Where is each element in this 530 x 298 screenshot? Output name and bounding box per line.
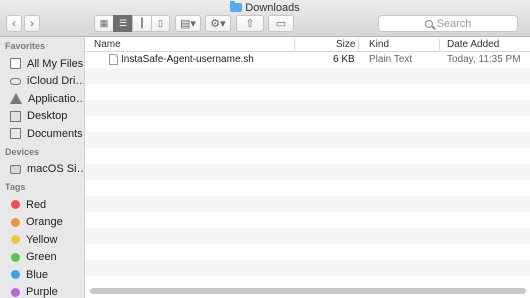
empty-row (86, 180, 530, 196)
empty-row (86, 84, 530, 100)
desktop-icon (10, 110, 21, 122)
tag-icon: ▭ (275, 18, 287, 30)
empty-row (86, 132, 530, 148)
cover-flow-icon: ▯ (158, 18, 163, 28)
columns-icon: ┃ (139, 18, 145, 28)
cover-flow-button[interactable]: ▯ (151, 15, 170, 32)
sidebar-tag-green[interactable]: Green (0, 249, 84, 267)
search-icon (424, 19, 433, 28)
column-header-bar: Name Size Kind Date Added (86, 37, 530, 52)
sidebar-tag-blue[interactable]: Blue (0, 266, 84, 284)
folder-icon (230, 1, 243, 12)
share-icon: ⇧ (245, 18, 255, 30)
documents-icon (10, 128, 21, 140)
sidebar-tag-red[interactable]: Red (0, 196, 84, 214)
sidebar: Favorites All My Files iCloud Dri… Appli… (0, 37, 85, 298)
list-view-button[interactable]: ☰ (113, 15, 132, 32)
sidebar-tag-orange[interactable]: Orange (0, 214, 84, 232)
edit-tags-button[interactable]: ▭ (268, 15, 294, 32)
column-header-date-added[interactable]: Date Added (447, 39, 499, 50)
file-size: 6 KB (333, 54, 355, 65)
tag-color-dot-icon (11, 217, 20, 227)
back-button[interactable]: ‹ (6, 15, 22, 32)
sidebar-tag-purple[interactable]: Purple (0, 284, 84, 298)
grid-icon: ▦ (99, 18, 109, 28)
share-button[interactable]: ⇧ (236, 15, 264, 32)
file-date-added: Today, 11:35 PM (447, 54, 521, 65)
chevron-right-icon: › (30, 17, 34, 30)
sidebar-header-tags: Tags (5, 182, 26, 192)
column-view-button[interactable]: ┃ (132, 15, 151, 32)
column-divider[interactable] (439, 39, 440, 50)
search-field[interactable]: Search (378, 15, 518, 32)
empty-row (86, 260, 530, 276)
file-kind: Plain Text (369, 54, 413, 65)
tag-color-dot-icon (11, 235, 20, 245)
icon-view-button[interactable]: ▦ (94, 15, 113, 32)
forward-button[interactable]: › (24, 15, 40, 32)
arrange-icon: ▤▾ (180, 18, 196, 30)
sidebar-header-devices: Devices (5, 146, 40, 157)
sidebar-item-documents[interactable]: Documents (0, 125, 84, 143)
sidebar-item-desktop[interactable]: Desktop (0, 108, 84, 126)
text-file-icon (109, 54, 118, 65)
file-list: Name Size Kind Date Added InstaSafe-Agen… (86, 37, 530, 298)
arrange-button[interactable]: ▤▾ (175, 15, 201, 32)
tag-color-dot-icon (11, 270, 20, 280)
empty-row (86, 164, 530, 180)
horizontal-scrollbar[interactable] (90, 288, 526, 294)
chevron-left-icon: ‹ (12, 17, 16, 30)
column-divider[interactable] (294, 39, 295, 50)
empty-row (86, 68, 530, 84)
column-header-name[interactable]: Name (94, 39, 121, 50)
column-header-size[interactable]: Size (336, 39, 355, 50)
table-row[interactable]: InstaSafe-Agent-username.sh 6 KB Plain T… (86, 52, 530, 68)
sidebar-item-icloud-drive[interactable]: iCloud Dri… (0, 73, 84, 91)
tag-color-dot-icon (11, 200, 20, 210)
list-icon: ☰ (118, 18, 128, 28)
sidebar-item-applications[interactable]: Applicatio… (0, 90, 84, 108)
empty-row (86, 100, 530, 116)
tag-color-dot-icon (11, 252, 20, 262)
column-divider[interactable] (358, 39, 359, 50)
empty-row (86, 196, 530, 212)
tag-color-dot-icon (11, 287, 20, 297)
file-name: InstaSafe-Agent-username.sh (121, 54, 254, 65)
applications-icon (10, 93, 22, 105)
sidebar-header-favorites: Favorites (5, 41, 46, 51)
sidebar-tag-yellow[interactable]: Yellow (0, 231, 84, 249)
empty-row (86, 244, 530, 260)
gear-icon: ⚙▾ (210, 18, 226, 30)
empty-row (86, 116, 530, 132)
empty-row (86, 228, 530, 244)
column-header-kind[interactable]: Kind (369, 39, 389, 50)
search-placeholder: Search (436, 17, 472, 30)
all-files-icon (10, 58, 21, 70)
window-titlebar: Downloads ‹ › ▦ ☰ ┃ ▯ ▤▾ ⚙▾ ⇧ ▭ Search (0, 0, 530, 37)
file-rows: InstaSafe-Agent-username.sh 6 KB Plain T… (86, 52, 530, 282)
cloud-icon (10, 77, 21, 85)
sidebar-item-macos[interactable]: macOS Si… (0, 161, 84, 179)
window-title: Downloads (0, 1, 530, 14)
empty-row (86, 148, 530, 164)
view-switcher: ▦ ☰ ┃ ▯ (94, 15, 170, 32)
empty-row (86, 212, 530, 228)
action-button[interactable]: ⚙▾ (205, 15, 231, 32)
sidebar-item-all-my-files[interactable]: All My Files (0, 55, 84, 73)
disk-icon (10, 164, 21, 174)
